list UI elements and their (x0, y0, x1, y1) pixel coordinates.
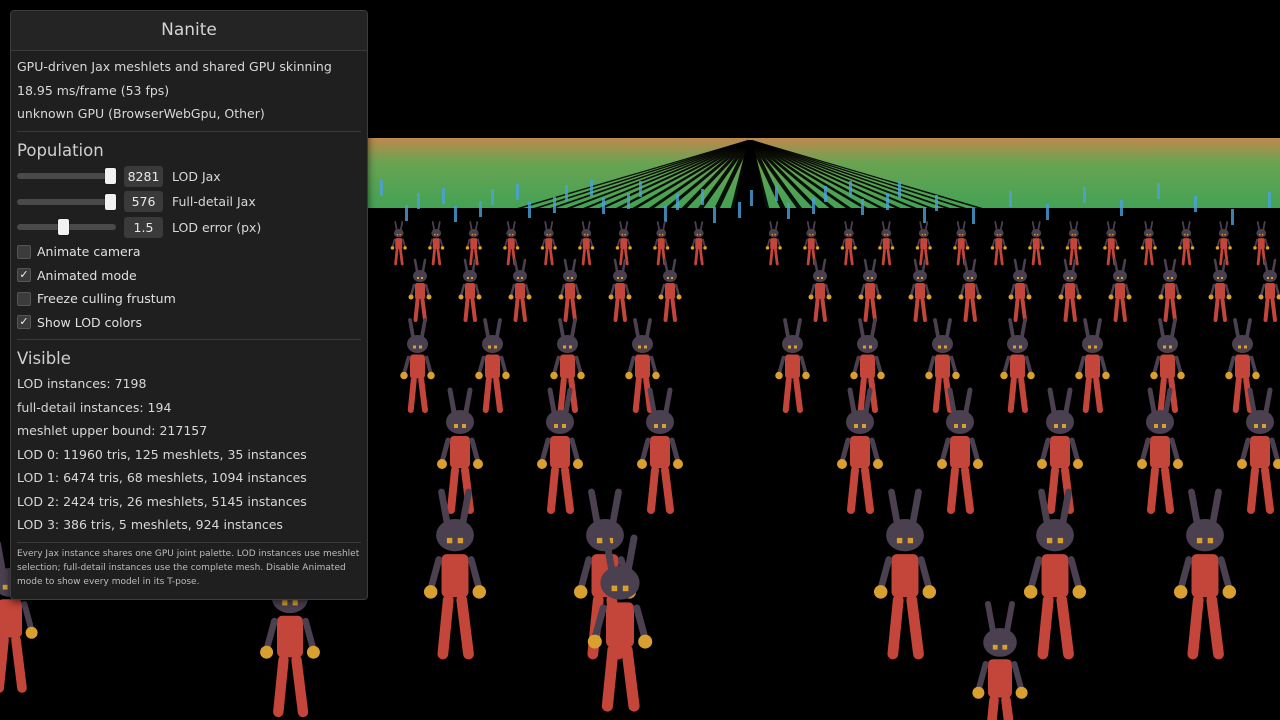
checkmark-icon[interactable]: ✓ (17, 315, 31, 330)
freeze-culling-label: Freeze culling frustum (37, 291, 176, 307)
full-detail-jax-value[interactable]: 576 (124, 191, 163, 213)
divider (17, 130, 361, 132)
animate-camera-checkbox[interactable]: Animate camera (17, 240, 361, 264)
divider (17, 541, 361, 543)
lod-jax-slider[interactable] (17, 168, 116, 185)
show-lod-colors-label: Show LOD colors (37, 314, 142, 330)
lod-jax-value[interactable]: 8281 (124, 165, 163, 187)
animated-mode-label: Animated mode (37, 267, 137, 283)
stat-lod-instances: LOD instances: 7198 (17, 376, 147, 391)
slider-thumb[interactable] (105, 193, 116, 210)
full-detail-jax-slider[interactable] (17, 193, 116, 210)
freeze-culling-checkbox[interactable]: Freeze culling frustum (17, 287, 361, 311)
lod-error-slider[interactable] (17, 219, 116, 236)
description-text: GPU-driven Jax meshlets and shared GPU s… (17, 59, 332, 74)
slider-thumb[interactable] (58, 219, 69, 236)
lod-error-slider-row: 1.5 LOD error (px) (17, 215, 361, 241)
animate-camera-label: Animate camera (37, 244, 141, 260)
stat-lod3: LOD 3: 386 tris, 5 meshlets, 924 instanc… (17, 517, 283, 532)
lod-error-label: LOD error (px) (172, 219, 262, 235)
full-detail-jax-label: Full-detail Jax (172, 194, 256, 210)
stat-lod1: LOD 1: 6474 tris, 68 meshlets, 1094 inst… (17, 470, 307, 485)
divider (17, 339, 361, 340)
lod-jax-slider-row: 8281 LOD Jax (17, 164, 361, 190)
checkbox-box[interactable] (17, 244, 31, 259)
footnote-text: Every Jax instance shares one GPU joint … (17, 548, 360, 587)
show-lod-colors-checkbox[interactable]: ✓ Show LOD colors (17, 311, 361, 335)
slider-thumb[interactable] (105, 168, 116, 185)
stat-meshlet-bound: meshlet upper bound: 217157 (17, 423, 208, 438)
stat-lod0: LOD 0: 11960 tris, 125 meshlets, 35 inst… (17, 446, 307, 462)
checkmark-icon[interactable]: ✓ (17, 268, 31, 283)
population-heading: Population (17, 140, 104, 160)
checkbox-box[interactable] (17, 291, 31, 306)
panel-title: Nanite (11, 11, 367, 51)
full-detail-jax-slider-row: 576 Full-detail Jax (17, 189, 361, 215)
stat-lod2: LOD 2: 2424 tris, 26 meshlets, 5145 inst… (17, 493, 307, 509)
animated-mode-checkbox[interactable]: ✓ Animated mode (17, 264, 361, 288)
stat-full-detail-instances: full-detail instances: 194 (17, 399, 172, 415)
lod-jax-label: LOD Jax (172, 168, 221, 184)
visible-heading: Visible (17, 349, 71, 368)
gpu-info-text: unknown GPU (BrowserWebGpu, Other) (17, 106, 265, 121)
lod-error-value[interactable]: 1.5 (124, 216, 163, 238)
frame-time-text: 18.95 ms/frame (53 fps) (17, 82, 170, 98)
nanite-panel: Nanite GPU-driven Jax meshlets and share… (10, 10, 368, 600)
